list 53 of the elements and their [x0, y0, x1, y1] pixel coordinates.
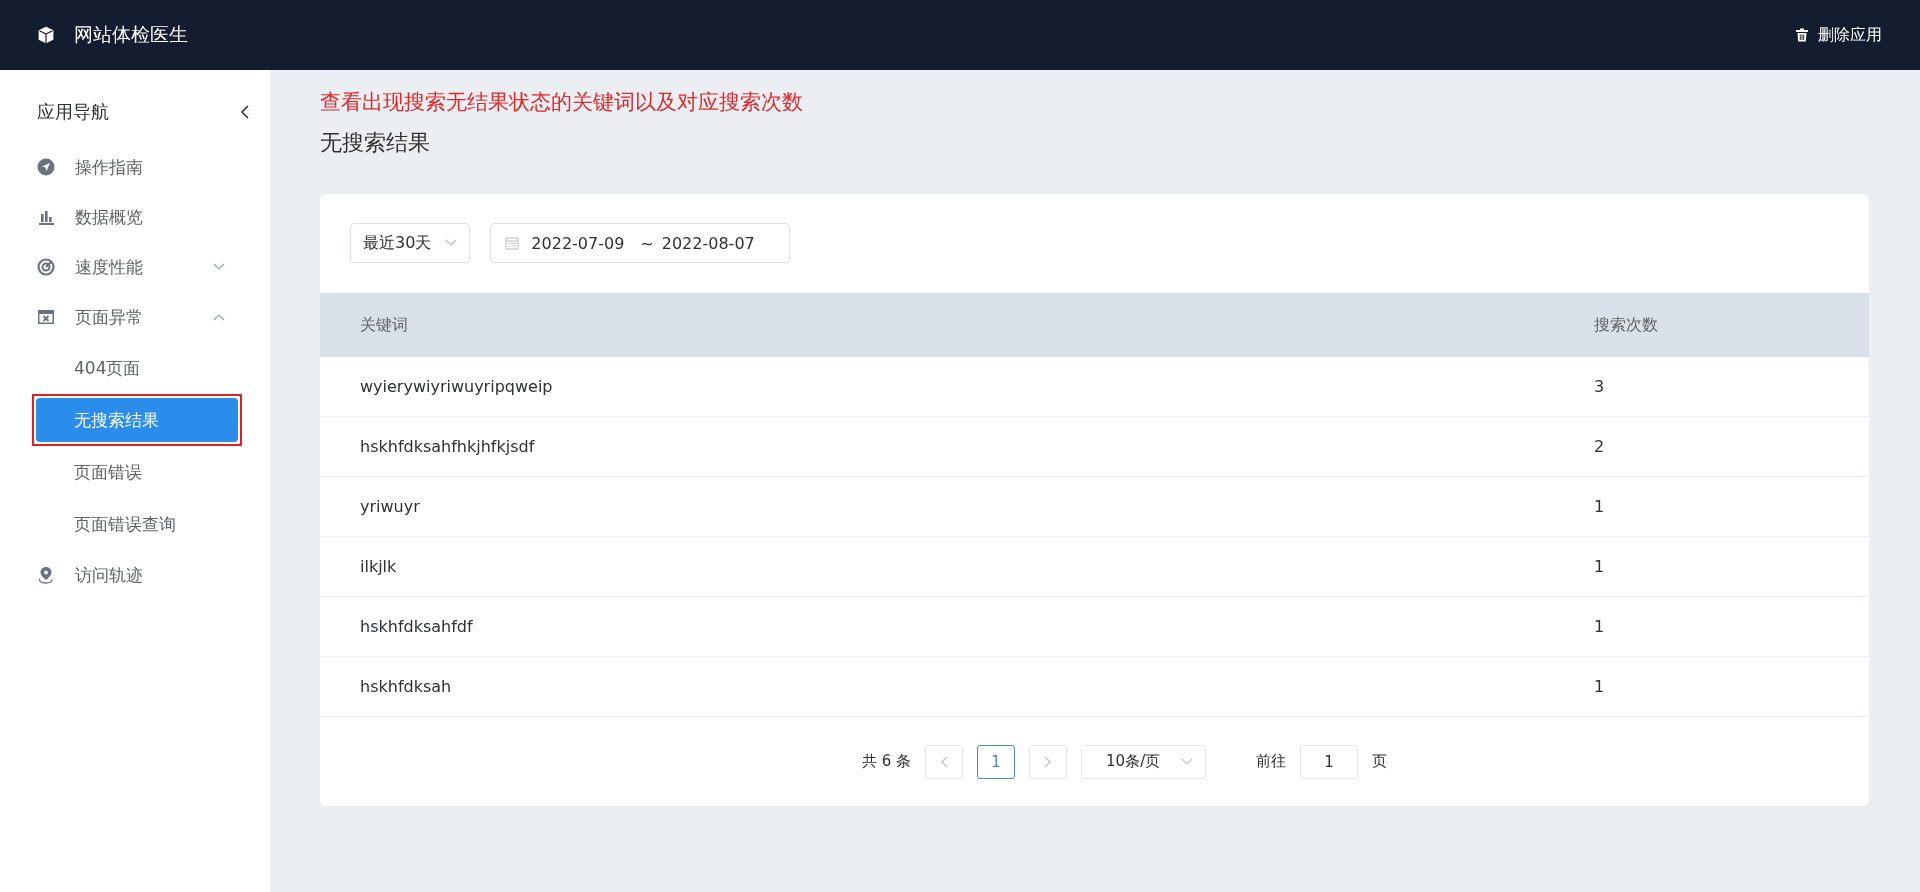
chevron-icon	[445, 239, 458, 247]
nav-item[interactable]: 访问轨迹	[0, 550, 270, 600]
table-cell: hskhfdksahfdf	[320, 596, 1594, 657]
chevron-icon	[213, 263, 225, 271]
table-cell: ilkjlk	[320, 536, 1594, 597]
sidebar-title: 应用导航	[37, 100, 109, 124]
nav-item[interactable]: 操作指南	[0, 142, 270, 192]
chevron-left-icon	[940, 755, 949, 768]
table-cell: 1	[1594, 476, 1869, 537]
column-header: 关键词	[320, 293, 1594, 357]
table-cell: hskhfdksahfhkjhfkjsdf	[320, 416, 1594, 477]
app-title: 网站体检医生	[74, 22, 188, 47]
cube-icon	[36, 25, 56, 45]
page-number-button[interactable]: 1	[977, 744, 1016, 779]
nav-item[interactable]: 速度性能	[0, 242, 270, 292]
nav-item[interactable]: 页面异常	[0, 292, 270, 342]
table-cell: hskhfdksah	[320, 656, 1594, 717]
collapse-icon[interactable]	[240, 105, 250, 119]
previous-page-button[interactable]	[925, 744, 964, 779]
table-cell: 3	[1594, 357, 1869, 417]
range-select[interactable]: 最近30天	[350, 223, 471, 263]
date-range-field[interactable]: 2022-07-09 ~ 2022-08-07	[490, 223, 791, 263]
nav-subitem[interactable]: 页面错误	[36, 450, 238, 494]
nav-subitem[interactable]: 404页面	[36, 346, 238, 390]
chevron-right-icon	[1044, 755, 1053, 768]
next-page-button[interactable]	[1029, 744, 1068, 779]
table-cell: 1	[1594, 656, 1869, 717]
navigation-icon	[37, 158, 55, 176]
chevron-icon	[213, 313, 225, 321]
annotation-text: 查看出现搜索无结果状态的关键词以及对应搜索次数	[320, 89, 804, 116]
bar-chart-icon	[37, 208, 55, 226]
goto-label: 前往	[1256, 752, 1287, 771]
trash-icon	[1795, 28, 1809, 42]
nav-subitem[interactable]: 无搜索结果	[36, 398, 238, 442]
table-cell: wyierywiyriwuyripqweip	[320, 357, 1594, 417]
table-cell: 1	[1594, 596, 1869, 657]
column-header: 搜索次数	[1594, 293, 1869, 357]
gauge-icon	[37, 258, 55, 276]
delete-app-button[interactable]: 删除应用	[1795, 24, 1882, 46]
nav-subitem[interactable]: 页面错误查询	[36, 502, 238, 546]
table-cell: 1	[1594, 536, 1869, 597]
page-input[interactable]: 1	[1300, 744, 1359, 779]
page-suffix: 页	[1372, 752, 1388, 771]
page-size-select[interactable]: 10条/页	[1081, 744, 1207, 779]
calendar-icon	[505, 236, 520, 250]
table-cell: yriwuyr	[320, 476, 1594, 537]
window-error-icon	[37, 308, 55, 326]
page-title: 无搜索结果	[320, 129, 431, 157]
location-pin-icon	[37, 566, 55, 584]
chevron-icon	[1181, 757, 1194, 766]
total-count: 共 6 条	[861, 752, 912, 771]
nav-item[interactable]: 数据概览	[0, 192, 270, 242]
table-cell: 2	[1594, 416, 1869, 477]
